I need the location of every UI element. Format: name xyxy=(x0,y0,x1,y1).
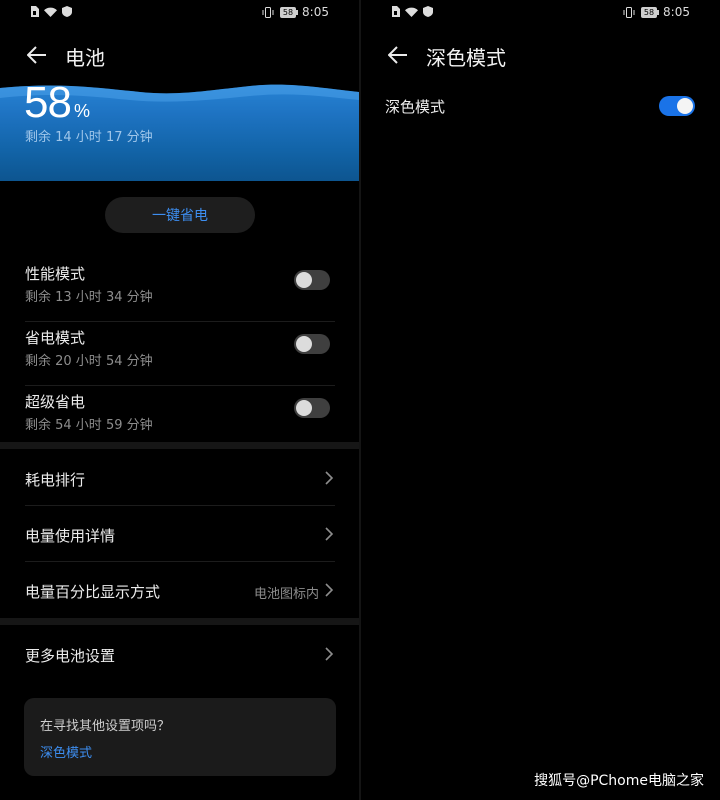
battery-percentage: 58% xyxy=(24,78,90,128)
chevron-right-icon xyxy=(325,527,334,541)
watermark: 搜狐号@PChome电脑之家 xyxy=(534,773,704,789)
list-item-usage-details[interactable]: 电量使用详情 xyxy=(0,506,359,562)
battery-hero: 58% 剩余 14 小时 17 分钟 xyxy=(0,78,359,181)
list-label: 电量百分比显示方式 xyxy=(25,583,161,601)
suggestion-card: 在寻找其他设置项吗？ 深色模式 xyxy=(24,698,336,776)
list-value: 电池图标内 xyxy=(253,587,319,602)
ultra-saving-mode-toggle[interactable] xyxy=(294,398,330,418)
power-saving-mode-toggle[interactable] xyxy=(294,334,330,354)
sim-card-icon xyxy=(31,6,39,17)
mode-title: 超级省电 xyxy=(25,393,86,411)
battery-remaining-time: 剩余 14 小时 17 分钟 xyxy=(25,130,153,145)
mode-title: 性能模式 xyxy=(25,265,86,283)
list-item-power-ranking[interactable]: 耗电排行 xyxy=(0,450,359,506)
status-time: 8:05 xyxy=(663,5,690,19)
back-button[interactable] xyxy=(22,40,52,70)
toggle-knob xyxy=(677,98,693,114)
list-item-percentage-display[interactable]: 电量百分比显示方式 电池图标内 xyxy=(0,562,359,618)
mode-remaining: 剩余 13 小时 34 分钟 xyxy=(25,290,153,305)
suggestion-question: 在寻找其他设置项吗？ xyxy=(40,719,171,734)
chevron-right-icon xyxy=(325,471,334,485)
battery-level-indicator: 58 xyxy=(640,6,660,18)
mode-remaining: 剩余 20 小时 54 分钟 xyxy=(25,354,153,369)
dark-mode-header: 深色模式 xyxy=(361,36,720,76)
list-item-more-battery-settings[interactable]: 更多电池设置 xyxy=(0,626,359,682)
dark-mode-screen: 58 8:05 深色模式 深色模式 搜狐号@PChome电脑之家 xyxy=(361,0,720,800)
mode-row-ultra-saving[interactable]: 超级省电 剩余 54 小时 59 分钟 xyxy=(0,386,359,450)
status-bar: 58 8:05 xyxy=(361,0,720,26)
dark-mode-toggle[interactable] xyxy=(659,96,695,116)
vibrate-icon xyxy=(262,6,274,18)
toggle-knob xyxy=(296,272,312,288)
section-separator xyxy=(0,442,359,449)
toggle-knob xyxy=(296,400,312,416)
wifi-icon xyxy=(405,7,418,17)
mode-row-power-saving[interactable]: 省电模式 剩余 20 小时 54 分钟 xyxy=(0,322,359,386)
dark-mode-row[interactable]: 深色模式 xyxy=(361,86,720,126)
page-title: 深色模式 xyxy=(426,46,506,70)
section-separator xyxy=(0,618,359,625)
shield-icon xyxy=(62,6,72,17)
one-click-save-button[interactable]: 一键省电 xyxy=(105,197,255,233)
wifi-icon xyxy=(44,7,57,17)
battery-percent-value: 58 xyxy=(24,78,72,127)
chevron-right-icon xyxy=(325,583,334,597)
back-button[interactable] xyxy=(383,40,413,70)
performance-mode-toggle[interactable] xyxy=(294,270,330,290)
arrow-left-icon xyxy=(388,46,407,64)
status-time: 8:05 xyxy=(302,5,329,19)
battery-percent-sign: % xyxy=(73,101,90,121)
list-label: 电量使用详情 xyxy=(25,527,116,545)
list-label: 更多电池设置 xyxy=(25,647,116,665)
list-label: 耗电排行 xyxy=(25,471,86,489)
vibrate-icon xyxy=(623,6,635,18)
status-bar: 58 8:05 xyxy=(0,0,359,26)
mode-row-performance[interactable]: 性能模式 剩余 13 小时 34 分钟 xyxy=(0,258,359,322)
dark-mode-label: 深色模式 xyxy=(385,98,446,116)
suggestion-link-dark-mode[interactable]: 深色模式 xyxy=(40,742,92,761)
toggle-knob xyxy=(296,336,312,352)
battery-level-indicator: 58 xyxy=(279,6,299,18)
sim-card-icon xyxy=(392,6,400,17)
mode-remaining: 剩余 54 小时 59 分钟 xyxy=(25,418,153,433)
chevron-right-icon xyxy=(325,647,334,661)
battery-screen: 58 8:05 电池 58% 剩余 14 小时 17 分钟 一键省电 性能模式 … xyxy=(0,0,359,800)
shield-icon xyxy=(423,6,433,17)
battery-header: 电池 xyxy=(0,36,359,76)
arrow-left-icon xyxy=(27,46,46,64)
page-title: 电池 xyxy=(65,46,105,70)
mode-title: 省电模式 xyxy=(25,329,86,347)
